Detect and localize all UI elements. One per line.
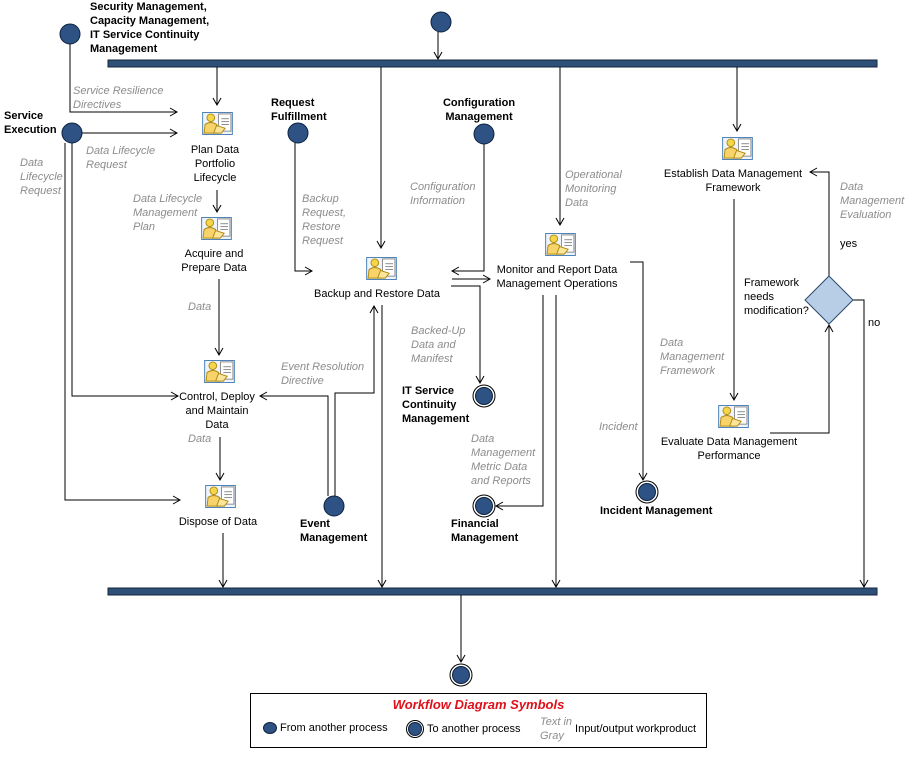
activity-dispose[interactable]: Dispose of Data [179,515,257,529]
activity-acquire[interactable]: Acquire and Prepare Data [181,247,246,275]
decision-diamond[interactable] [804,275,854,325]
label-request-fulfillment: Request Fulfillment [271,97,327,123]
activity-monitor[interactable]: Monitor and Report Data Management Opera… [496,263,617,291]
arrow-evaluate-to-decision [770,323,834,434]
wp-metric-data: Data Management Metric Data and Reports [471,433,536,487]
wp-data-lifecycle-request-1: Data Lifecycle Request [86,145,156,171]
wp-data-1: Data [188,301,212,313]
legend-from-label: From another process [280,722,388,734]
activity-icon-control[interactable] [204,360,235,383]
wp-data-2: Data [188,433,212,445]
wp-dlm-plan: Data Lifecycle Management Plan [133,193,203,233]
start-node[interactable] [430,11,452,33]
from-process-configuration[interactable] [473,123,495,145]
legend-title: Workflow Diagram Symbols [392,697,565,712]
wp-incident: Incident [599,421,638,433]
legend-item-from: From another process [263,722,388,734]
activity-icon-monitor[interactable] [545,233,576,256]
label-security-source: Security Management, Capacity Management… [90,1,210,55]
label-configuration: Configuration Management [442,97,516,123]
activity-evaluate[interactable]: Evaluate Data Management Performance [661,435,797,463]
label-incident-management: Incident Management [600,505,713,517]
end-node[interactable] [449,663,473,687]
arrow-decision-no-to-bar [853,299,869,589]
activity-icon-plan[interactable] [202,112,233,135]
arrow-event-to-control [258,391,329,496]
decision-no-label: no [868,317,881,329]
from-process-service-execution[interactable] [61,122,83,144]
legend-item-to: To another process [406,720,521,738]
legend-gray-sample: Text in Gray [540,716,573,742]
from-process-symbol-icon [263,722,277,734]
activity-establish[interactable]: Establish Data Management Framework [664,167,802,195]
wp-service-resilience: Service Resilience Directives [73,85,164,111]
bottom-sync-bar [107,587,878,596]
to-process-itscm[interactable] [472,384,496,408]
wp-dm-evaluation: Data Management Evaluation [840,181,905,221]
activity-icon-acquire[interactable] [201,217,232,240]
label-event: Event Management [300,518,368,544]
label-itscm: IT Service Continuity Management [402,385,470,425]
arrow-monitor-to-incident [630,261,648,482]
activity-icon-backup[interactable] [366,257,397,280]
arrow-decision-yes-to-establish [808,167,830,276]
activity-icon-dispose[interactable] [205,485,236,508]
activity-icon-evaluate[interactable] [718,405,749,428]
arrow-service-exec-to-control [71,143,180,401]
wp-config-info: Configuration Information [410,181,476,207]
from-process-event[interactable] [323,495,345,517]
activity-backup[interactable]: Backup and Restore Data [314,287,440,301]
top-sync-bar [107,59,878,68]
activity-icon-establish[interactable] [722,137,753,160]
legend-item-io: Text in Gray Input/output workproduct [540,715,696,743]
to-process-incident[interactable] [635,480,659,504]
wp-event-resolution: Event Resolution Directive [281,361,365,387]
label-financial: Financial Management [451,518,519,544]
activity-plan[interactable]: Plan Data Portfolio Lifecycle [191,143,239,185]
to-process-financial[interactable] [472,494,496,518]
to-process-symbol-icon [406,720,424,738]
decision-question: Framework needs modification? [744,277,809,317]
from-process-request-fulfillment[interactable] [287,122,309,144]
wp-op-monitoring: Operational Monitoring Data [565,169,622,209]
legend-to-label: To another process [427,723,521,735]
legend: Workflow Diagram Symbols From another pr… [250,693,707,748]
wp-backup-request: Backup Request, Restore Request [302,193,347,247]
from-process-security[interactable] [59,23,81,45]
activity-control[interactable]: Control, Deploy and Maintain Data [179,390,255,432]
wp-backed-up: Backed-Up Data and Manifest [411,325,466,365]
label-service-execution: Service Execution [4,110,57,136]
wp-dm-framework: Data Management Framework [660,337,725,377]
legend-io-label: Input/output workproduct [575,723,697,735]
wp-data-lifecycle-request-2: Data Lifecycle Request [20,157,63,197]
arrow-event-to-backup [334,304,379,496]
decision-yes-label: yes [840,238,858,250]
